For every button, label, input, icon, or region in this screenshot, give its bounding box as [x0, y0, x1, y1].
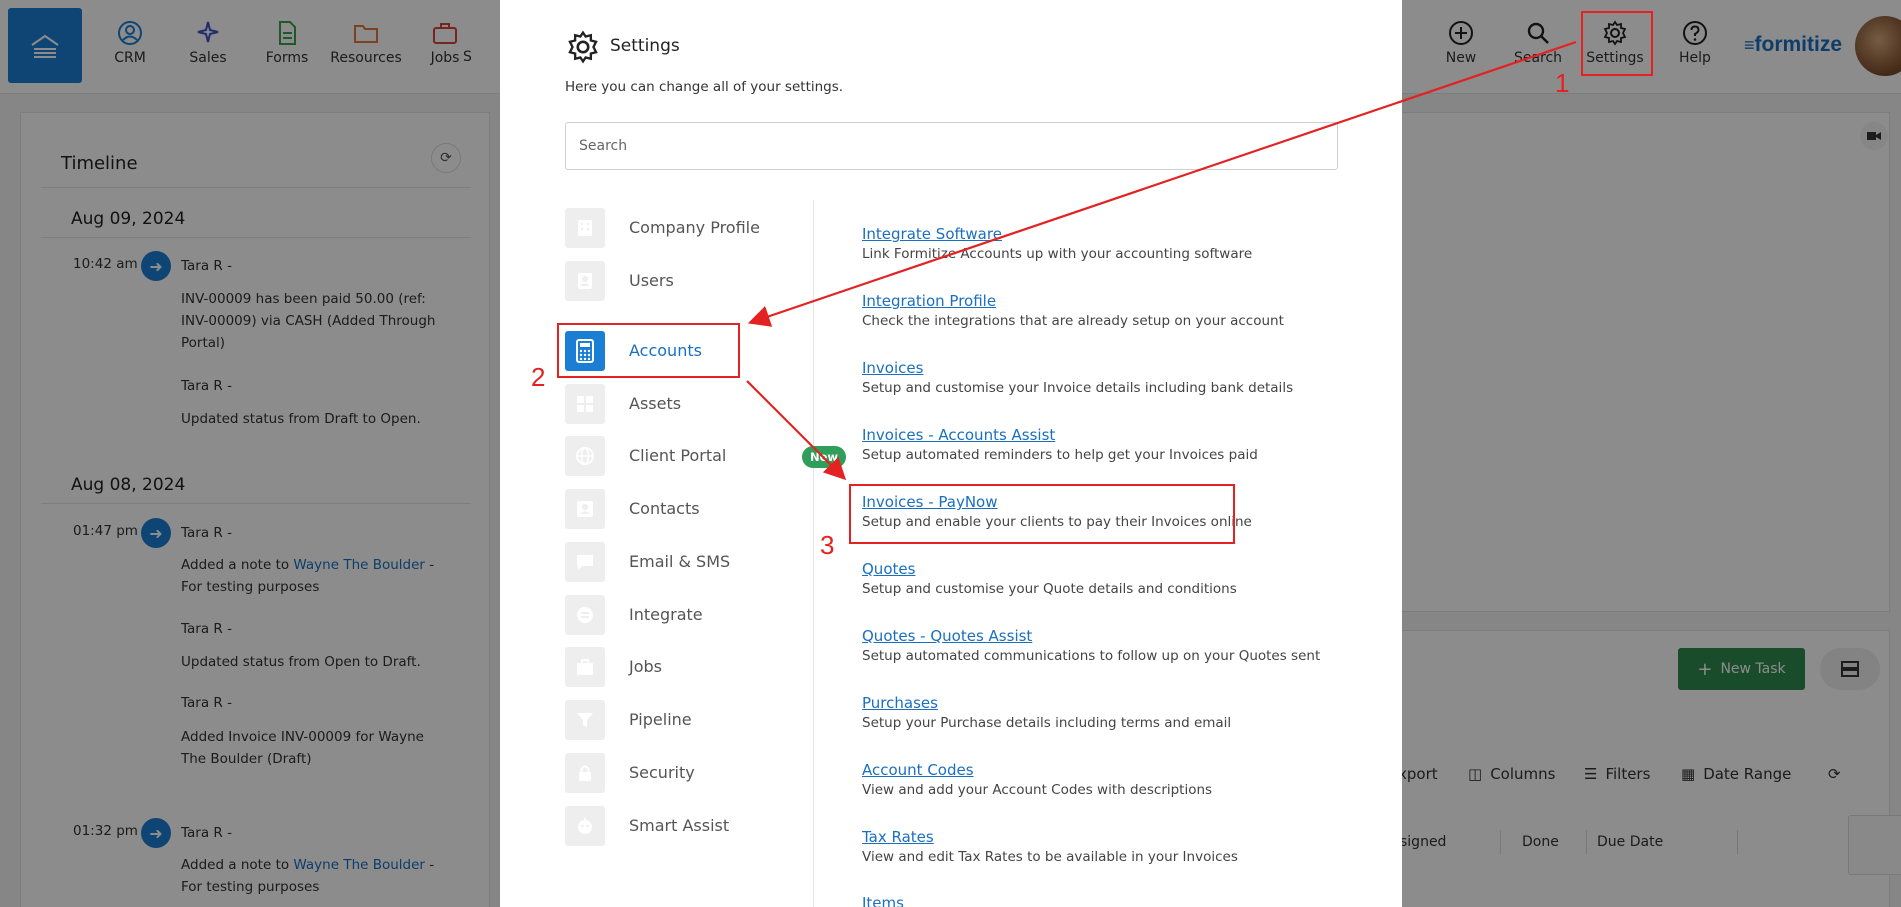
annotation-arrows: [746, 40, 1577, 481]
arrow-to-paynow: [746, 380, 847, 481]
arrow-to-accounts: [747, 40, 1577, 327]
